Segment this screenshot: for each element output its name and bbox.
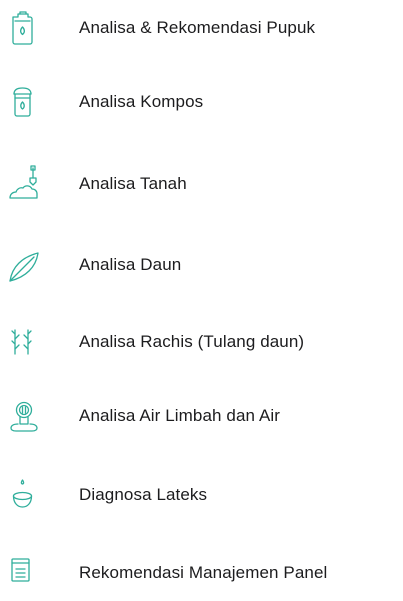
menu-item-leaf[interactable]: Analisa Daun (0, 237, 403, 293)
leaf-icon (4, 237, 48, 293)
rachis-frond-icon (4, 314, 48, 370)
menu-item-panel[interactable]: Rekomendasi Manajemen Panel (0, 545, 403, 601)
menu-item-label: Analisa & Rekomendasi Pupuk (79, 18, 316, 37)
menu-item-label: Analisa Rachis (Tulang daun) (79, 332, 305, 351)
menu-item-label: Analisa Air Limbah dan Air (79, 406, 281, 425)
menu-item-compost[interactable]: Analisa Kompos (0, 74, 403, 130)
menu-item-label: Rekomendasi Manajemen Panel (79, 563, 328, 582)
menu-item-fertilizer[interactable]: Analisa & Rekomendasi Pupuk (0, 0, 403, 56)
menu-item-label: Analisa Tanah (79, 174, 187, 193)
panel-document-icon (4, 545, 48, 601)
menu-item-waste-water[interactable]: Analisa Air Limbah dan Air (0, 388, 403, 444)
latex-cup-icon (4, 467, 48, 523)
menu-item-label: Analisa Daun (79, 255, 182, 274)
menu-item-rachis[interactable]: Analisa Rachis (Tulang daun) (0, 314, 403, 370)
menu-item-latex[interactable]: Diagnosa Lateks (0, 467, 403, 523)
fertilizer-container-icon (4, 0, 48, 56)
waste-water-icon (4, 388, 48, 444)
soil-shovel-icon (4, 156, 48, 212)
menu-list: Analisa & Rekomendasi Pupuk Analisa Komp… (0, 0, 403, 589)
compost-bag-icon (4, 74, 48, 130)
menu-item-label: Diagnosa Lateks (79, 485, 208, 504)
menu-item-soil[interactable]: Analisa Tanah (0, 156, 403, 212)
menu-item-label: Analisa Kompos (79, 92, 204, 111)
